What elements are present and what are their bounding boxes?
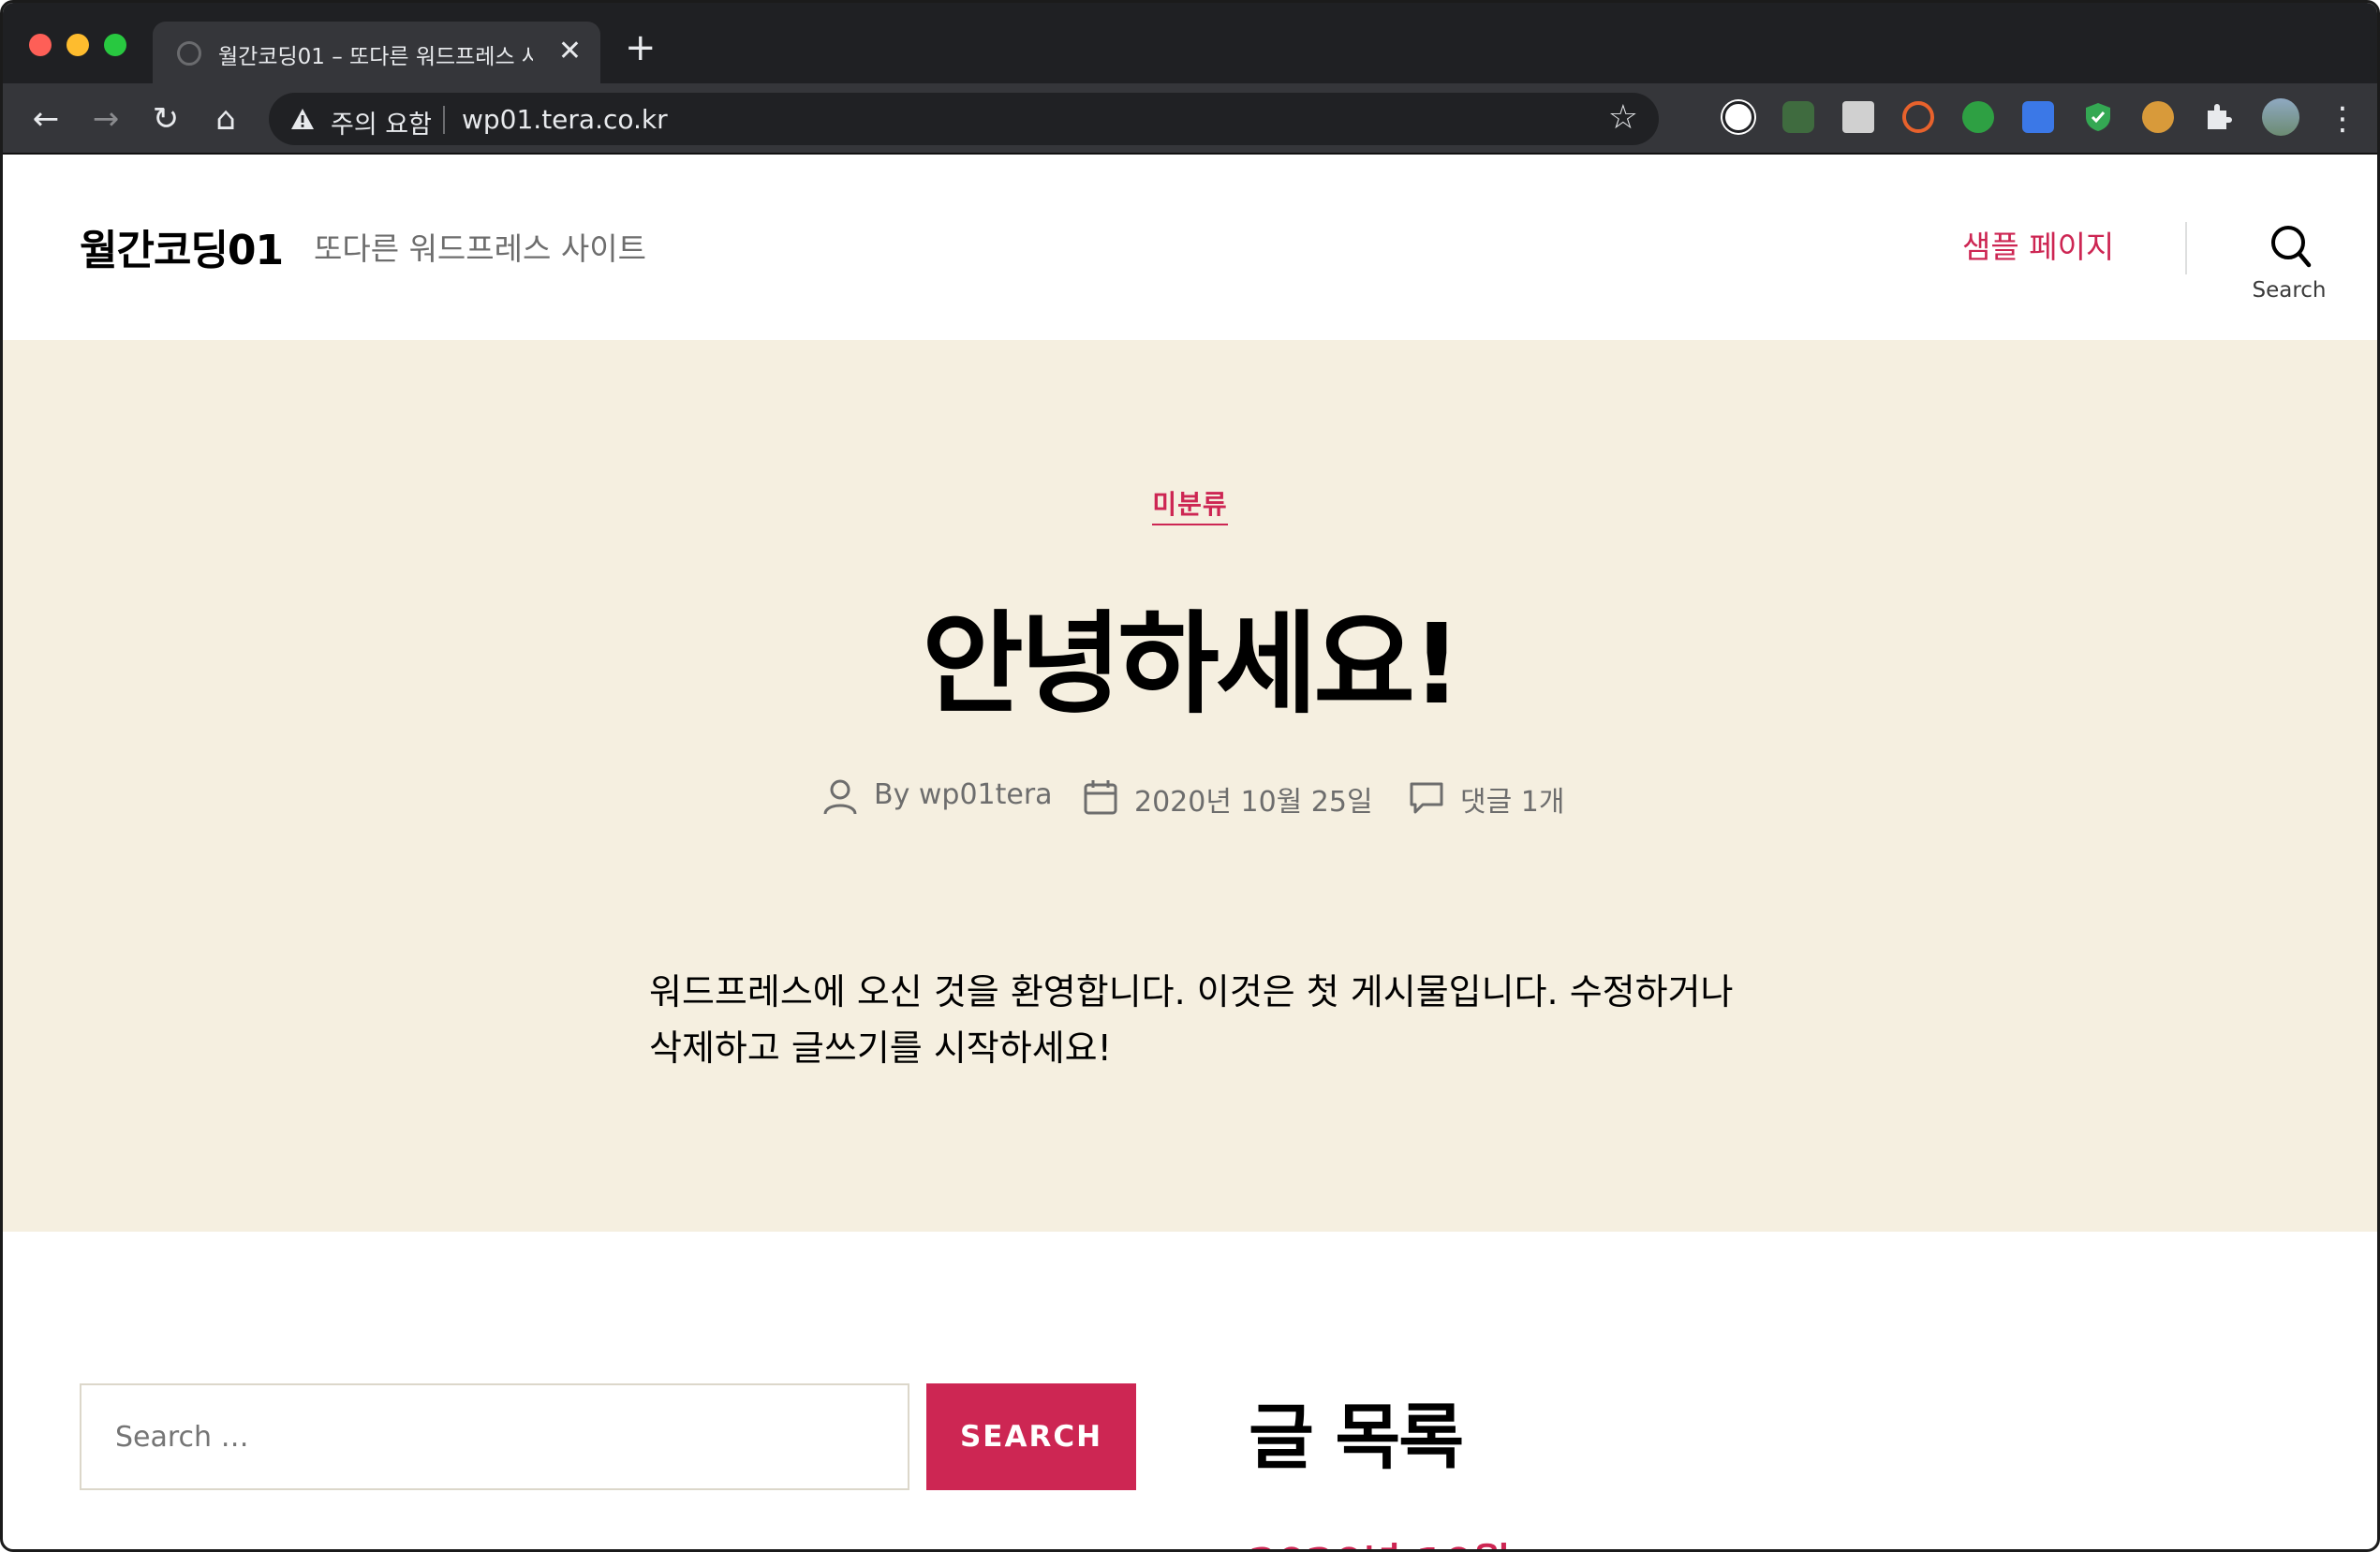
search-input[interactable] xyxy=(81,1385,908,1488)
browser-menu-icon[interactable]: ⋮ xyxy=(2324,100,2361,138)
nav-link-sample-page[interactable]: 샘플 페이지 xyxy=(1962,222,2114,267)
new-tab-button[interactable]: + xyxy=(625,27,657,68)
user-icon xyxy=(823,779,857,815)
home-button[interactable]: ⌂ xyxy=(207,100,244,138)
omnibox-divider xyxy=(443,106,445,134)
security-status[interactable]: 주의 요함 xyxy=(331,104,432,140)
close-tab-icon[interactable]: ✕ xyxy=(558,35,582,68)
shield-extension-icon[interactable] xyxy=(2082,101,2114,133)
category-link[interactable]: 미분류 xyxy=(1152,489,1228,525)
agent-icon[interactable] xyxy=(1782,101,1814,133)
site-header: 월간코딩01 또다른 워드프레스 사이트 샘플 페이지 Search xyxy=(3,155,2377,340)
post-title: 안녕하세요! xyxy=(922,599,1462,729)
site-title[interactable]: 월간코딩01 xyxy=(80,216,284,276)
puzzle-icon[interactable] xyxy=(2202,101,2234,133)
json-viewer-icon[interactable] xyxy=(1722,101,1754,133)
comment-icon xyxy=(1410,782,1443,814)
comments-link[interactable]: 댓글 1개 xyxy=(1460,778,1564,820)
date-link[interactable]: 2020년 10월 25일 xyxy=(1134,778,1373,820)
profile-avatar[interactable] xyxy=(2262,98,2299,136)
screenshot-icon[interactable] xyxy=(1842,101,1874,133)
post-category: 미분류 xyxy=(3,484,2377,525)
site-description: 또다른 워드프레스 사이트 xyxy=(314,230,646,267)
address-bar[interactable]: 주의 요함 wp01.tera.co.kr ☆ xyxy=(269,93,1659,145)
warning-icon[interactable] xyxy=(289,106,316,132)
minimize-window-button[interactable] xyxy=(67,34,89,56)
tab-title: 월간코딩01 – 또다른 워드프레스 사이트 xyxy=(218,45,533,69)
search-icon xyxy=(2271,226,2312,268)
tab-bar: 월간코딩01 – 또다른 워드프레스 사이트 ✕ + xyxy=(3,3,2377,83)
post-content: 워드프레스에 오신 것을 환영합니다. 이것은 첫 게시물입니다. 수정하거나 … xyxy=(649,971,1734,1069)
post-comments: 댓글 1개 xyxy=(1408,775,1576,821)
id-extension-icon[interactable] xyxy=(1962,101,1994,133)
url-text[interactable]: wp01.tera.co.kr xyxy=(462,104,668,135)
cookie-extension-icon[interactable] xyxy=(2142,101,2174,133)
reload-button[interactable]: ↻ xyxy=(147,100,185,138)
close-window-button[interactable] xyxy=(29,34,52,56)
post-date: 2020년 10월 25일 xyxy=(1082,775,1373,821)
widget-title-recent-posts: 글 목록 xyxy=(1249,1396,1464,1479)
calendar-icon xyxy=(1084,780,1117,815)
translate-extension-icon[interactable] xyxy=(2022,101,2054,133)
post-hero: 미분류 안녕하세요! By wp01tera 2020년 10월 25일 댓글 xyxy=(3,340,2377,1232)
archive-link[interactable]: 2020년 10월 xyxy=(1249,1530,1511,1549)
browser-tab-active[interactable]: 월간코딩01 – 또다른 워드프레스 사이트 ✕ xyxy=(153,22,600,83)
search-toggle-button[interactable]: Search xyxy=(2247,220,2331,314)
bookmark-star-icon[interactable]: ☆ xyxy=(1608,98,1638,137)
search-submit-button[interactable]: SEARCH xyxy=(926,1383,1136,1490)
maximize-window-button[interactable] xyxy=(104,34,126,56)
browser-window: 월간코딩01 – 또다른 워드프레스 사이트 ✕ + ← → ↻ ⌂ 주의 요함… xyxy=(0,0,2380,1552)
header-divider xyxy=(2185,222,2187,274)
forward-button[interactable]: → xyxy=(87,100,125,138)
post-author: By wp01tera xyxy=(821,775,1053,821)
browser-toolbar: ← → ↻ ⌂ 주의 요함 wp01.tera.co.kr ☆ ⋮ xyxy=(3,83,2377,155)
back-button[interactable]: ← xyxy=(27,100,65,138)
search-toggle-label: Search xyxy=(2252,278,2327,303)
globe-icon xyxy=(177,41,201,66)
b-extension-icon[interactable] xyxy=(1902,101,1934,133)
author-link[interactable]: By wp01tera xyxy=(874,778,1053,811)
search-field[interactable] xyxy=(80,1383,909,1490)
